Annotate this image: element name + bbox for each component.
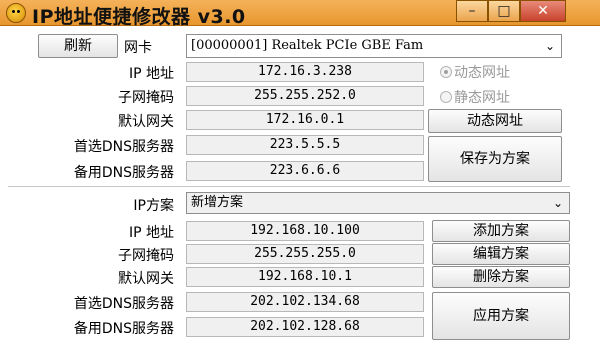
- apply-scheme-button[interactable]: 应用方案: [432, 292, 570, 340]
- scheme-dns2-field[interactable]: 202.102.128.68: [186, 317, 424, 337]
- save-scheme-button[interactable]: 保存为方案: [428, 136, 562, 182]
- scheme-dns2-label: 备用DNS服务器: [73, 321, 174, 337]
- gateway-field[interactable]: 172.16.0.1: [186, 110, 424, 130]
- dns1-label: 首选DNS服务器: [73, 139, 174, 155]
- smiley-face-icon: [6, 3, 26, 23]
- scheme-ip-field[interactable]: 192.168.10.100: [186, 221, 424, 241]
- dns1-field[interactable]: 223.5.5.5: [186, 135, 424, 155]
- delete-scheme-button[interactable]: 删除方案: [432, 266, 570, 288]
- edit-scheme-button[interactable]: 编辑方案: [432, 243, 570, 265]
- radio-static-label: 静态网址: [454, 90, 510, 106]
- radio-on-icon: [440, 66, 452, 78]
- title-bar: IP地址便捷修改器 v3.0 – □ ✕: [0, 0, 600, 28]
- scheme-mask-label: 子网掩码: [118, 248, 174, 264]
- chevron-down-icon[interactable]: ⌄: [539, 35, 561, 57]
- refresh-button[interactable]: 刷新: [38, 34, 118, 58]
- nic-label: 网卡: [124, 40, 152, 56]
- dns2-label: 备用DNS服务器: [73, 165, 174, 181]
- radio-off-icon: [440, 91, 452, 103]
- scheme-select[interactable]: 新增方案 ⌄: [186, 192, 570, 214]
- scheme-dns1-field[interactable]: 202.102.134.68: [186, 292, 424, 312]
- scheme-gateway-field[interactable]: 192.168.10.1: [186, 267, 424, 287]
- mask-label: 子网掩码: [118, 90, 174, 106]
- dynamic-ip-button[interactable]: 动态网址: [428, 109, 562, 133]
- mask-field[interactable]: 255.255.252.0: [186, 86, 424, 106]
- dns2-field[interactable]: 223.6.6.6: [186, 161, 424, 181]
- minimize-button[interactable]: –: [456, 0, 488, 22]
- add-scheme-button[interactable]: 添加方案: [432, 220, 570, 242]
- section-divider: [8, 186, 570, 187]
- maximize-button[interactable]: □: [488, 0, 520, 22]
- main-panel: 刷新 网卡 [00000001] Realtek PCIe GBE Fam ⌄ …: [0, 26, 600, 350]
- scheme-dns1-label: 首选DNS服务器: [73, 296, 174, 312]
- scheme-mask-field[interactable]: 255.255.255.0: [186, 244, 424, 264]
- ip-label: IP 地址: [128, 66, 174, 82]
- gateway-label: 默认网关: [118, 114, 174, 130]
- window-title: IP地址便捷修改器 v3.0: [32, 6, 246, 28]
- chevron-down-icon[interactable]: ⌄: [547, 193, 569, 213]
- radio-dynamic-label: 动态网址: [454, 65, 510, 81]
- close-button[interactable]: ✕: [520, 0, 566, 22]
- scheme-gateway-label: 默认网关: [118, 271, 174, 287]
- radio-dynamic[interactable]: 动态网址: [440, 62, 510, 82]
- radio-static[interactable]: 静态网址: [440, 87, 510, 107]
- ip-field[interactable]: 172.16.3.238: [186, 62, 424, 82]
- nic-select[interactable]: [00000001] Realtek PCIe GBE Fam ⌄: [186, 34, 562, 58]
- nic-value: [00000001] Realtek PCIe GBE Fam: [191, 38, 424, 53]
- scheme-label: IP方案: [133, 198, 174, 214]
- scheme-value: 新增方案: [191, 195, 244, 210]
- scheme-ip-label: IP 地址: [128, 225, 174, 241]
